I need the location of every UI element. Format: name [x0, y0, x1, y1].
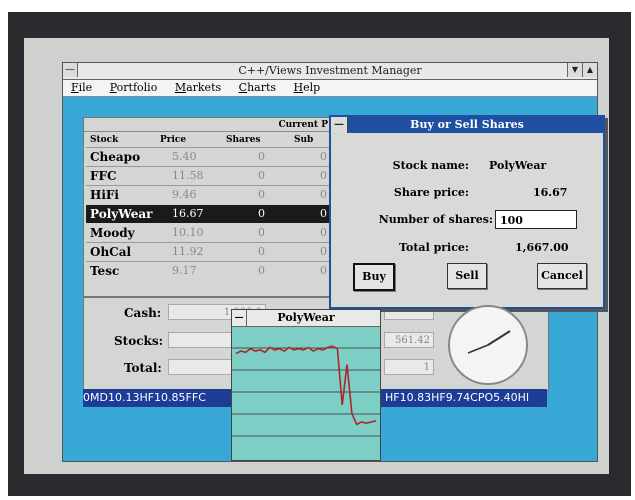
table-row[interactable]: OhCal 11.92 0 0 [86, 243, 332, 261]
cell-stock: Cheapo [90, 150, 141, 164]
cell-shares: 0 [258, 150, 265, 163]
summary-field: 561.42 [384, 332, 434, 348]
ticker-text-left: 0MD10.13HF10.85FFC [83, 391, 206, 404]
menu-file[interactable]: File [71, 80, 92, 96]
cancel-button[interactable]: Cancel [537, 263, 587, 289]
chart-title-bar: — PolyWear [232, 310, 380, 327]
cell-shares: 0 [258, 188, 265, 201]
total-price-label: Total price: [399, 241, 469, 254]
cell-shares: 0 [258, 207, 265, 220]
cell-price: 11.58 [172, 169, 204, 182]
share-price-value: 16.67 [533, 186, 568, 199]
cell-shares: 0 [258, 169, 265, 182]
cell-stock: PolyWear [90, 207, 153, 221]
price-chart [232, 345, 380, 437]
cell-price: 9.46 [172, 188, 197, 201]
cell-sub: 0 [320, 207, 327, 220]
cell-price: 5.40 [172, 150, 197, 163]
cell-shares: 0 [258, 226, 265, 239]
stock-name-value: PolyWear [489, 159, 547, 172]
clock-face [467, 330, 511, 354]
menu-charts[interactable]: Charts [239, 80, 276, 96]
stock-name-label: Stock name: [392, 159, 469, 172]
cell-sub: 0 [320, 264, 327, 277]
menu-bar: File Portfolio Markets Charts Help [63, 80, 597, 97]
table-row[interactable]: Moody 10.10 0 0 [86, 224, 332, 242]
portfolio-title: Current P [84, 118, 334, 132]
portfolio-table: Current P Stock Price Shares Sub Cheapo … [83, 117, 335, 297]
col-stock: Stock [90, 135, 119, 145]
num-shares-input[interactable]: 100 [495, 210, 577, 229]
stocks-label: Stocks: [114, 334, 164, 348]
col-sub: Sub [294, 135, 314, 145]
total-price-value: 1,667.00 [515, 241, 569, 254]
app-title-bar: — C++/Views Investment Manager ▼ ▲ [63, 63, 597, 80]
col-shares: Shares [226, 135, 261, 145]
cell-stock: HiFi [90, 188, 119, 202]
chart-title: PolyWear [277, 311, 335, 324]
table-row[interactable]: Cheapo 5.40 0 0 [86, 148, 332, 166]
buy-button[interactable]: Buy [353, 263, 395, 291]
cell-stock: FFC [90, 169, 117, 183]
dialog-system-menu-icon[interactable]: — [331, 117, 348, 133]
cell-stock: Moody [90, 226, 135, 240]
cell-price: 10.10 [172, 226, 204, 239]
cell-price: 11.92 [172, 245, 204, 258]
dialog-title-bar: — Buy or Sell Shares [331, 117, 603, 133]
clock-icon [448, 305, 528, 385]
maximize-icon[interactable]: ▲ [582, 63, 597, 77]
menu-markets[interactable]: Markets [175, 80, 221, 96]
share-price-label: Share price: [393, 186, 469, 199]
table-row-selected[interactable]: PolyWear 16.67 0 0 [86, 205, 332, 223]
ticker-text-right: HF10.83HF9.74CPO5.40HI [385, 391, 530, 404]
sell-button[interactable]: Sell [447, 263, 487, 289]
col-price: Price [160, 135, 187, 145]
chart-window: — PolyWear [231, 309, 381, 461]
summary-field: 1 [384, 359, 434, 375]
dialog-title: Buy or Sell Shares [410, 118, 524, 131]
num-shares-label: Number of shares: [378, 213, 493, 226]
chart-system-menu-icon[interactable]: — [232, 310, 247, 326]
system-menu-icon[interactable]: — [63, 63, 78, 77]
total-label: Total: [124, 361, 162, 375]
price-series-line [235, 345, 377, 426]
buy-sell-dialog: — Buy or Sell Shares Stock name: PolyWea… [329, 115, 605, 309]
table-row[interactable]: HiFi 9.46 0 0 [86, 186, 332, 204]
menu-help[interactable]: Help [294, 80, 321, 96]
cell-shares: 0 [258, 245, 265, 258]
cell-price: 16.67 [172, 207, 204, 220]
cash-label: Cash: [124, 306, 162, 320]
app-title: C++/Views Investment Manager [238, 64, 422, 77]
minimize-icon[interactable]: ▼ [567, 63, 582, 77]
table-row[interactable]: FFC 11.58 0 0 [86, 167, 332, 185]
cell-stock: OhCal [90, 245, 132, 259]
menu-portfolio[interactable]: Portfolio [110, 80, 158, 96]
cell-price: 9.17 [172, 264, 197, 277]
cell-stock: Tesc [90, 264, 120, 278]
cell-sub: 0 [320, 226, 327, 239]
table-row[interactable]: Tesc 9.17 0 0 [86, 262, 332, 280]
cell-shares: 0 [258, 264, 265, 277]
